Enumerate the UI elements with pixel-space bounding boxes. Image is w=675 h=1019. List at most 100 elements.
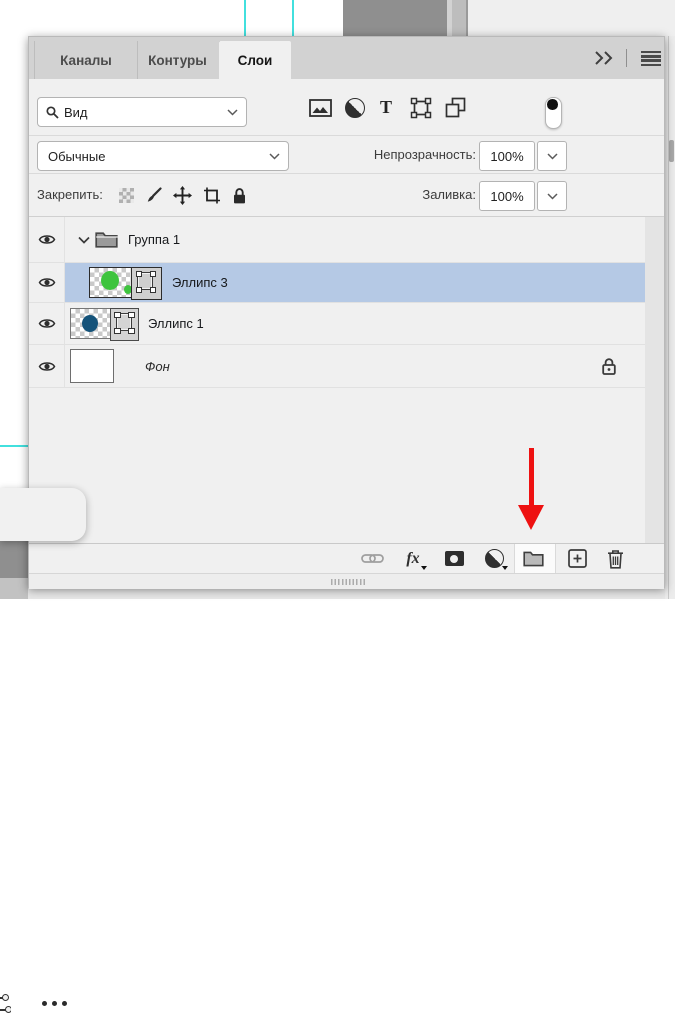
layer-name: Фон	[145, 358, 170, 374]
tab-paths-label: Контуры	[148, 52, 207, 68]
visibility-toggle[interactable]	[29, 345, 65, 387]
thumbnail-checkerboard	[70, 308, 114, 339]
type-layer-filter-icon[interactable]: T	[380, 79, 392, 136]
lock-artboard-icon[interactable]	[203, 187, 221, 204]
annotation-arrow-shaft	[529, 448, 534, 506]
type-glyph: T	[380, 97, 393, 117]
layer-lock-icon	[601, 357, 617, 376]
collapse-panel-icon[interactable]	[594, 50, 616, 66]
pixel-layer-filter-icon[interactable]	[309, 79, 332, 136]
filter-bar: Вид T	[29, 79, 664, 136]
workspace-gray-block	[0, 541, 28, 578]
panel-resize-grip[interactable]	[331, 579, 365, 585]
visibility-toggle[interactable]	[29, 217, 65, 262]
smart-object-filter-icon[interactable]	[445, 79, 466, 136]
annotation-arrow-head	[518, 505, 544, 530]
panel-menu-icon[interactable]	[641, 51, 661, 68]
layer-mask-icon	[444, 551, 464, 566]
folder-icon	[522, 551, 544, 567]
delete-layer-button[interactable]	[603, 544, 627, 573]
layer-row[interactable]: Эллипс 1	[29, 303, 645, 345]
eye-icon	[38, 319, 55, 328]
adjustment-layer-icon	[484, 549, 504, 568]
adjustment-dropdown-arrow	[502, 566, 508, 570]
shape-layer-filter-icon[interactable]	[410, 79, 432, 136]
cyan-guide-vertical	[244, 0, 246, 36]
adjustment-layer-filter-icon[interactable]	[345, 79, 365, 136]
layer-filtering-toggle[interactable]	[545, 97, 562, 129]
docked-panel-divider	[668, 36, 669, 599]
eye-icon	[38, 278, 55, 287]
tab-layers[interactable]: Слои	[219, 41, 291, 79]
canvas-strip	[452, 0, 466, 36]
vector-mask-badge[interactable]	[110, 308, 139, 341]
cyan-guide-horizontal	[0, 445, 28, 447]
workspace-light-block	[0, 578, 28, 599]
green-ellipse	[101, 271, 119, 290]
lock-label: Закрепить:	[37, 187, 103, 202]
blue-ellipse	[82, 315, 98, 332]
fill-label: Заливка:	[422, 187, 476, 202]
fill-dropdown-button[interactable]	[537, 181, 567, 211]
filter-kind-value: Вид	[64, 104, 88, 120]
floating-toolbar	[0, 488, 86, 1013]
background-panel-area	[467, 0, 675, 36]
link-layers-button[interactable]	[360, 544, 384, 573]
vector-mask-badge[interactable]	[131, 267, 162, 300]
scrollbar-gutter[interactable]	[645, 217, 664, 543]
opacity-value: 100%	[490, 148, 524, 164]
fx-icon: fx	[406, 549, 420, 567]
thumbnail-checkerboard	[89, 267, 135, 298]
docked-panel-icon-fragment	[669, 140, 674, 162]
layer-row-background[interactable]: Фон	[29, 345, 645, 388]
add-layer-mask-button[interactable]	[442, 544, 466, 573]
fill-field[interactable]: 100%	[479, 181, 535, 211]
lock-buttons	[119, 174, 247, 217]
opacity-field[interactable]: 100%	[479, 141, 535, 171]
chevron-down-icon	[269, 152, 280, 160]
layer-thumbnail[interactable]	[70, 308, 139, 341]
canvas-gray-shape	[343, 0, 447, 36]
group-expand-chevron-icon[interactable]	[78, 236, 90, 244]
layer-row-selected[interactable]: Эллипс 3	[29, 263, 645, 303]
search-icon	[46, 105, 59, 119]
blend-bar: Обычные Непрозрачность: 100%	[29, 136, 664, 174]
layer-row-group[interactable]: Группа 1	[29, 217, 645, 263]
canvas-edge-line	[466, 0, 468, 36]
filter-kind-select[interactable]: Вид	[37, 97, 247, 127]
eye-icon	[38, 361, 55, 371]
sliders-icon-fragment	[0, 993, 11, 1019]
lock-pixels-brush-icon[interactable]	[145, 187, 162, 204]
lock-all-icon[interactable]	[232, 187, 247, 205]
panel-tab-bar: Каналы Контуры Слои	[29, 37, 664, 79]
toggle-knob	[547, 99, 558, 110]
cyan-guide-vertical	[292, 0, 294, 36]
blend-mode-select[interactable]: Обычные	[37, 141, 289, 171]
layer-name: Эллипс 3	[172, 275, 228, 290]
new-layer-button[interactable]	[565, 544, 589, 573]
opacity-label: Непрозрачность:	[373, 147, 476, 162]
docked-panel-edge	[665, 36, 675, 599]
workspace-below-panel	[28, 588, 665, 599]
lock-transparency-icon[interactable]	[119, 188, 134, 203]
layer-name: Группа 1	[128, 232, 181, 247]
layer-thumbnail[interactable]	[70, 349, 114, 383]
visibility-toggle[interactable]	[29, 263, 65, 302]
opacity-dropdown-button[interactable]	[537, 141, 567, 171]
layer-name: Эллипс 1	[148, 316, 204, 331]
blend-mode-value: Обычные	[48, 148, 106, 164]
chevron-down-icon	[227, 108, 238, 116]
panel-bottom-strip	[29, 573, 664, 589]
eye-icon	[38, 235, 55, 244]
fx-dropdown-arrow	[421, 566, 427, 570]
tab-paths[interactable]: Контуры	[136, 41, 220, 79]
lock-position-move-icon[interactable]	[173, 186, 192, 205]
chain-link-icon	[360, 554, 384, 563]
tab-layers-label: Слои	[237, 52, 273, 68]
new-group-button[interactable]	[521, 544, 545, 573]
more-options-icon[interactable]	[42, 1001, 67, 1006]
lock-bar: Закрепить: Заливка: 100%	[29, 174, 664, 217]
visibility-toggle[interactable]	[29, 303, 65, 344]
tab-channels[interactable]: Каналы	[34, 41, 138, 79]
layer-thumbnail[interactable]	[89, 267, 162, 300]
